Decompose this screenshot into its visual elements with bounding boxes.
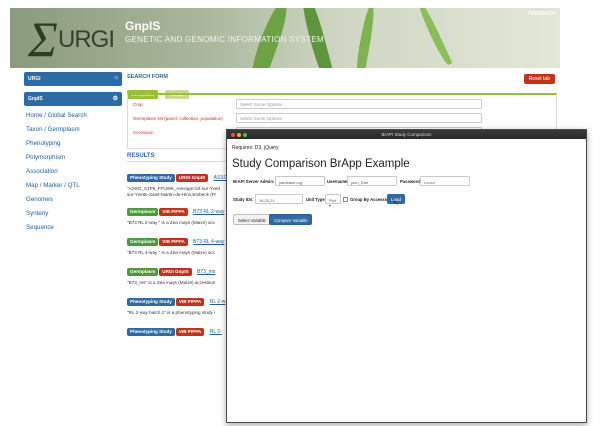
password-label: Password: bbox=[400, 179, 422, 184]
germplasm-list-select[interactable]: Select Some Options bbox=[236, 113, 482, 123]
sidebar-item-map[interactable]: Map / Marker / QTL bbox=[26, 182, 122, 189]
page-title: Study Comparison BrApp Example bbox=[232, 158, 410, 170]
sidebar-item-home[interactable]: Home / Global Search bbox=[26, 112, 122, 119]
result-link[interactable]: B73_ms bbox=[197, 269, 215, 275]
result-description: "B73_ms" is a Zea mays (Maize) accession bbox=[127, 280, 216, 285]
sidebar-item-sequence[interactable]: Sequence bbox=[26, 224, 122, 231]
brapp-window: BrAPI Study Comparison Requires: D3, jQu… bbox=[226, 129, 587, 423]
sidebar-item-phenotyping[interactable]: Phenotyping bbox=[26, 140, 122, 147]
select-variable-button[interactable]: Select Variable bbox=[233, 214, 271, 225]
result-description: "B73 RL 4-way " is a Zea mays (Maize) ac… bbox=[127, 250, 216, 255]
crop-label: Crop bbox=[133, 102, 143, 107]
window-title: BrAPI Study Comparison bbox=[381, 131, 432, 137]
sidebar-item-synteny[interactable]: Synteny bbox=[26, 210, 122, 217]
requires-text: Requires: D3, jQuery bbox=[232, 145, 279, 151]
logo-text: URGI bbox=[58, 26, 115, 53]
app-subtitle: GENETIC AND GENOMIC INFORMATION SYSTEM bbox=[125, 35, 324, 44]
action-row: Select Variable Compare Variable bbox=[227, 214, 586, 226]
app-title: GnpIS bbox=[125, 19, 161, 33]
vib-pippa-badge: VIB PIPPA bbox=[175, 297, 205, 306]
result-link[interactable]: RL 2-w bbox=[210, 299, 226, 305]
unit-type-value: Plot bbox=[329, 197, 336, 203]
compare-variable-button[interactable]: Compare Variable bbox=[269, 214, 313, 225]
reset-tab-button[interactable]: Reset tab bbox=[523, 74, 555, 84]
sidebar-item-taxon[interactable]: Taxon / Germplasm bbox=[26, 126, 122, 133]
study-ids-input[interactable]: 16,20,21 bbox=[255, 194, 303, 204]
result-description: "RL 2-way batch 1" is a phenotyping stud… bbox=[127, 310, 216, 315]
germplasm-badge: Germplasm bbox=[127, 207, 159, 216]
urgi-logo[interactable]: Σ URGI bbox=[28, 11, 120, 67]
server-input[interactable]: yambase.org bbox=[275, 176, 325, 186]
vib-pippa-badge: VIB PIPPA bbox=[159, 207, 188, 216]
username-input[interactable]: john_Doe bbox=[347, 176, 397, 186]
home-icon: ⌂ bbox=[114, 75, 118, 81]
leaf-graphic bbox=[353, 8, 377, 68]
username-label: Username: bbox=[327, 179, 349, 184]
nav-gnpis-label: GnpIS bbox=[28, 96, 43, 102]
vib-pippa-badge: VIB PIPPA bbox=[175, 327, 205, 336]
sidebar: URGI ⌂ GnpIS ⚙ Home / Global Search Taxo… bbox=[24, 72, 122, 238]
search-form-title: SEARCH FORM bbox=[127, 74, 168, 80]
server-row: BrAPI Server Admin: yambase.org Username… bbox=[227, 176, 586, 188]
urgi-gnpis-badge: URGI GnpIS bbox=[175, 173, 209, 182]
result-link[interactable]: B73 RL 4-way bbox=[193, 239, 224, 245]
password-input[interactable]: •••••••• bbox=[420, 176, 470, 186]
sidebar-item-genomes[interactable]: Genomes bbox=[26, 196, 122, 203]
form-row-crop: Crop Select Some Options bbox=[133, 98, 551, 112]
result-description: "ASSO_S1P9_FFUW6_Average:Gif-sur-Yvett s… bbox=[127, 186, 220, 197]
germplasm-badge: Germplasm bbox=[127, 267, 159, 276]
germplasm-list-label: Germplasm list (panel, collection, popul… bbox=[133, 116, 223, 121]
phenotyping-study-badge: Phenotyping Study bbox=[127, 297, 175, 306]
study-ids-label: Study IDs: bbox=[233, 197, 254, 202]
group-by-accession-checkbox[interactable] bbox=[343, 196, 348, 202]
result-link[interactable]: B73 RL 2-way bbox=[193, 209, 224, 215]
sidebar-item-association[interactable]: Association bbox=[26, 168, 122, 175]
result-link[interactable]: RL 2- bbox=[210, 329, 222, 335]
nav-urgi[interactable]: URGI ⌂ bbox=[24, 72, 122, 86]
result-description: "B73 RL 2-way " is a Zea mays (Maize) ac… bbox=[127, 220, 216, 225]
gear-icon: ⚙ bbox=[112, 96, 118, 102]
leaf-graphic bbox=[415, 8, 453, 67]
germplasm-badge: Germplasm bbox=[127, 237, 159, 246]
logo-sigma: Σ bbox=[28, 11, 58, 67]
urgi-gnpis-badge: URGI GnpIS bbox=[159, 267, 192, 276]
search-tabs: Germplasm Variable bbox=[127, 83, 557, 99]
accession-label: Accession bbox=[133, 130, 154, 135]
nav-urgi-label: URGI bbox=[28, 76, 41, 82]
phenotyping-study-badge: Phenotyping Study bbox=[127, 173, 175, 182]
vib-pippa-badge: VIB PIPPA bbox=[159, 237, 188, 246]
server-label: BrAPI Server Admin: bbox=[233, 179, 275, 184]
crop-select[interactable]: Select Some Options bbox=[236, 99, 482, 109]
form-row-germplasm-list: Germplasm list (panel, collection, popul… bbox=[133, 112, 551, 126]
study-row: Study IDs: 16,20,21 Unit Type: Plot ▾ Gr… bbox=[227, 194, 586, 208]
sidebar-item-polymorphism[interactable]: Polymorphism bbox=[26, 154, 122, 161]
phenotyping-study-badge: Phenotyping Study bbox=[127, 327, 175, 336]
window-titlebar[interactable]: BrAPI Study Comparison bbox=[227, 130, 586, 139]
unit-type-label: Unit Type: bbox=[306, 197, 327, 202]
unit-type-select[interactable]: Plot ▾ bbox=[325, 194, 341, 208]
feedback-link[interactable]: FEEDBACK bbox=[528, 11, 556, 17]
cursor-icon: ↖ bbox=[393, 200, 399, 207]
banner: Σ URGI GnpIS GENETIC AND GENOMIC INFORMA… bbox=[10, 8, 560, 68]
nav-gnpis[interactable]: GnpIS ⚙ bbox=[24, 92, 122, 106]
